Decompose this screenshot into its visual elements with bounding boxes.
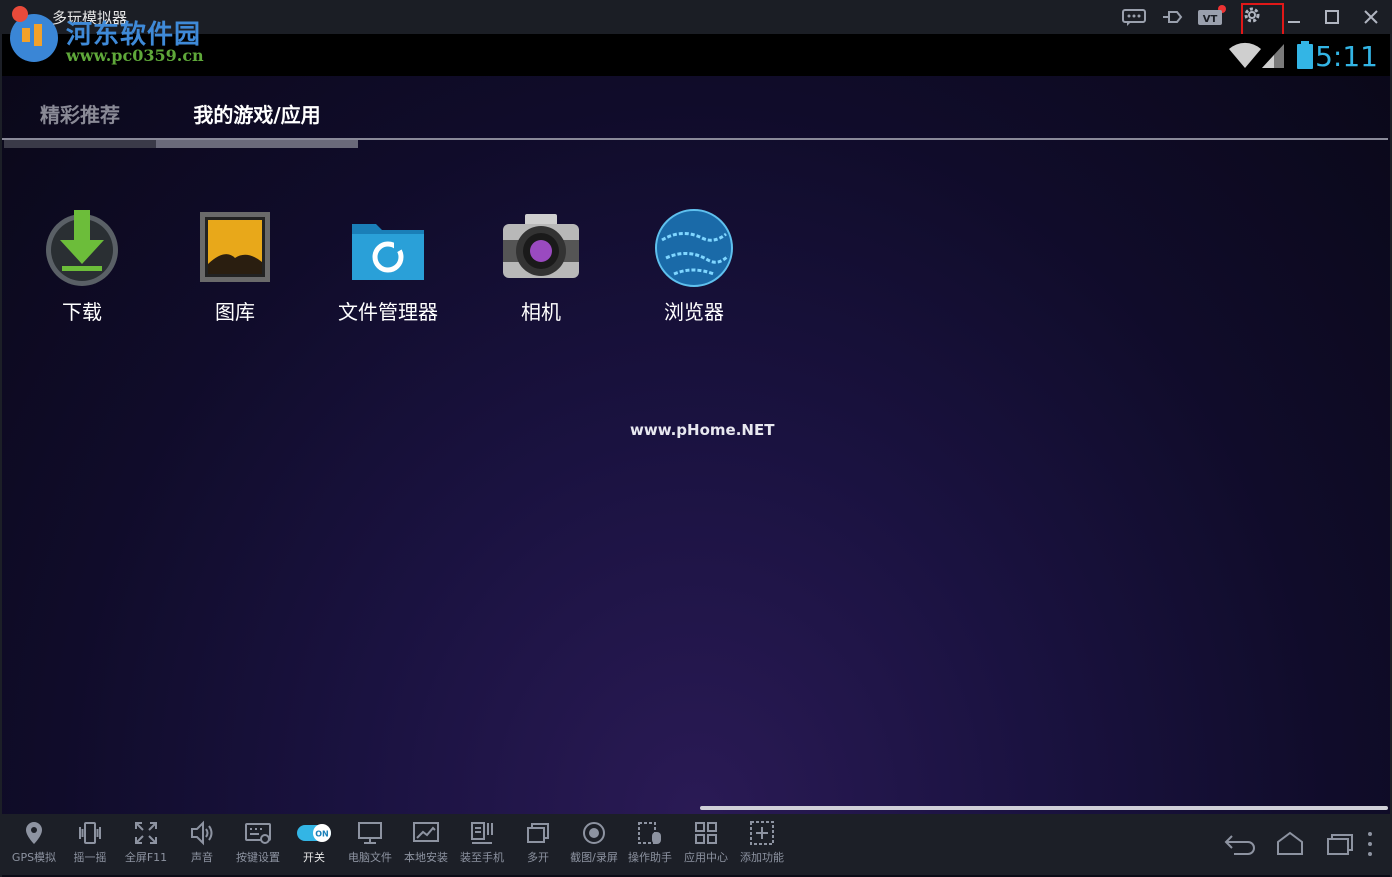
signal-icon xyxy=(1262,44,1284,68)
add-function-icon xyxy=(750,821,774,845)
minimize-icon[interactable] xyxy=(1278,4,1310,30)
tool-fullscreen[interactable]: 全屏F11 xyxy=(118,820,174,870)
app-label: 文件管理器 xyxy=(338,300,438,324)
location-pin-icon xyxy=(26,822,42,844)
tool-pc-files[interactable]: 电脑文件 xyxy=(342,820,398,870)
bottom-toolbar: GPS模拟 摇一摇 全屏F11 声音 按键设置 ON 开关 电脑文件 本地安装 … xyxy=(2,814,1390,875)
tool-label: 本地安装 xyxy=(404,851,448,864)
android-status-bar: 5:11 xyxy=(2,34,1390,76)
status-clock: 5:11 xyxy=(1315,40,1378,73)
tool-label: 按键设置 xyxy=(236,851,280,864)
tool-sound[interactable]: 声音 xyxy=(174,820,230,870)
multi-window-icon xyxy=(527,823,549,843)
message-icon[interactable] xyxy=(1118,4,1150,30)
tool-gps[interactable]: GPS模拟 xyxy=(6,820,62,870)
svg-text:VT: VT xyxy=(1203,14,1218,25)
tool-label: 添加功能 xyxy=(740,851,784,864)
app-label: 浏览器 xyxy=(664,300,724,324)
app-label: 图库 xyxy=(215,300,255,324)
close-icon[interactable] xyxy=(1355,4,1387,30)
tool-label: 操作助手 xyxy=(628,851,672,864)
pin-icon[interactable] xyxy=(1156,4,1188,30)
tool-shake[interactable]: 摇一摇 xyxy=(62,820,118,870)
tab-featured-indicator xyxy=(4,140,156,148)
app-label: 相机 xyxy=(521,300,561,324)
tool-local-install[interactable]: 本地安装 xyxy=(398,820,454,870)
tool-add-function[interactable]: 添加功能 xyxy=(734,820,790,870)
download-icon xyxy=(46,210,118,286)
tool-label: 全屏F11 xyxy=(124,851,168,864)
gallery-icon xyxy=(200,212,270,282)
tool-label: 装至手机 xyxy=(460,851,504,864)
app-center-icon xyxy=(695,822,717,844)
emulator-screen[interactable]: 5:11 精彩推荐 我的游戏/应用 下载 图库 文件管理器 相机 浏览器 www… xyxy=(2,34,1390,814)
tool-screenshot-record[interactable]: 截图/录屏 xyxy=(566,820,622,870)
shake-icon xyxy=(79,822,101,844)
toggle-on-icon: ON xyxy=(297,824,331,842)
back-icon[interactable] xyxy=(1222,828,1258,860)
tool-label: 多开 xyxy=(527,851,549,864)
browser-icon xyxy=(655,209,733,287)
speaker-icon xyxy=(191,820,213,846)
tool-label: 电脑文件 xyxy=(348,851,392,864)
monitor-icon xyxy=(358,822,382,844)
phone-install-icon xyxy=(471,822,493,844)
tool-label: 截图/录屏 xyxy=(570,851,618,864)
tool-install-phone[interactable]: 装至手机 xyxy=(454,820,510,870)
tool-label: 开关 xyxy=(303,851,325,864)
maximize-icon[interactable] xyxy=(1316,4,1348,30)
home-icon[interactable] xyxy=(1272,828,1308,860)
tool-label: GPS模拟 xyxy=(11,851,57,864)
title-bar: VT xyxy=(0,0,1392,37)
install-icon xyxy=(413,822,439,842)
app-browser[interactable]: 浏览器 xyxy=(619,204,769,325)
tool-app-center[interactable]: 应用中心 xyxy=(678,820,734,870)
app-file-manager[interactable]: 文件管理器 xyxy=(313,204,463,325)
tool-label: 声音 xyxy=(191,851,213,864)
tool-multi-open[interactable]: 多开 xyxy=(510,820,566,870)
app-download[interactable]: 下载 xyxy=(7,204,157,325)
file-manager-icon xyxy=(352,224,424,280)
vt-icon[interactable]: VT xyxy=(1194,4,1226,30)
center-watermark: www.pHome.NET xyxy=(630,421,775,439)
horizontal-scrollbar[interactable] xyxy=(700,806,1388,810)
record-icon xyxy=(583,822,605,844)
toggle-text: ON xyxy=(315,830,329,839)
wifi-icon xyxy=(1229,42,1261,68)
app-camera[interactable]: 相机 xyxy=(466,204,616,325)
keyboard-settings-icon xyxy=(245,823,271,844)
fullscreen-icon xyxy=(135,822,157,844)
tool-operation-helper[interactable]: 操作助手 xyxy=(622,820,678,870)
app-gallery[interactable]: 图库 xyxy=(160,204,310,325)
more-menu-icon[interactable] xyxy=(1360,828,1380,860)
recent-apps-icon[interactable] xyxy=(1322,828,1358,860)
camera-icon xyxy=(503,214,579,278)
tool-label: 应用中心 xyxy=(684,851,728,864)
tab-active-indicator xyxy=(156,140,358,148)
battery-icon xyxy=(1297,41,1313,69)
app-label: 下载 xyxy=(62,300,102,324)
tool-label: 摇一摇 xyxy=(73,851,107,864)
operation-helper-icon xyxy=(638,822,661,844)
site-watermark-url: www.pc0359.cn xyxy=(66,46,204,65)
tool-toggle[interactable]: ON 开关 xyxy=(286,820,342,870)
tool-key-settings[interactable]: 按键设置 xyxy=(230,820,286,870)
